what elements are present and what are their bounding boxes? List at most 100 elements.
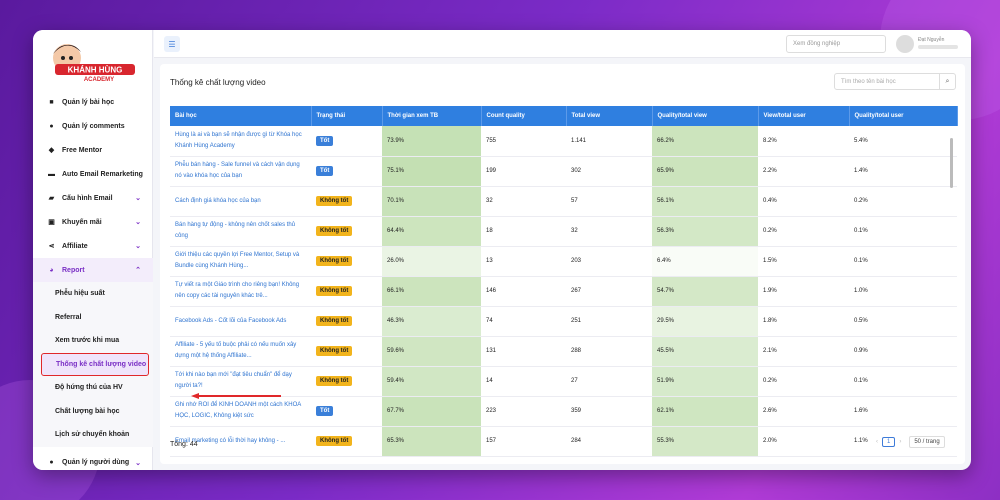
page-number[interactable]: 1 — [882, 437, 896, 447]
video-quality-table: Bài học Trạng thái Thời gian xem TB Count q… — [170, 106, 958, 457]
total-view-cell: 288 — [566, 336, 652, 367]
sidebar-item-lessons[interactable]: ■ Quản lý bài học — [33, 90, 153, 114]
quality-total-user-cell: 1.0% — [849, 276, 957, 307]
status-badge: Tốt — [316, 166, 334, 176]
column-header[interactable]: Quality/total user — [849, 106, 958, 126]
quality-total-view-cell: 29.5% — [652, 306, 758, 337]
count-quality-cell: 13 — [481, 246, 566, 277]
avg-watch-time-cell: 26.0% — [382, 246, 481, 277]
avg-watch-time-cell: 64.4% — [382, 216, 481, 247]
status-badge: Không tốt — [316, 346, 353, 356]
lesson-link-cell[interactable]: Bán hàng tự động - không nên chốt sales … — [170, 216, 311, 247]
lesson-search-input[interactable]: Tìm theo tên bài học ⌕ — [834, 73, 956, 90]
lesson-link-cell[interactable]: Tự viết ra một Giáo trình cho riêng bạn!… — [170, 276, 311, 307]
lesson-link-cell[interactable]: Affiliate - 5 yếu tố buộc phải có nếu mu… — [170, 336, 311, 367]
quality-total-view-cell: 56.1% — [652, 186, 758, 217]
quality-total-user-cell: 0.5% — [849, 306, 957, 337]
search-icon[interactable]: ⌕ — [939, 74, 955, 89]
colleague-search-input[interactable]: Xem đồng nghiệp — [786, 35, 886, 53]
sidebar-item-label: Report — [62, 266, 85, 274]
page-size-select[interactable]: 50 / trang — [909, 436, 945, 448]
submenu-item-lesson-quality[interactable]: Chất lượng bài học — [33, 400, 153, 424]
table-row: Affiliate - 5 yếu tố buộc phải có nếu mu… — [170, 336, 957, 367]
quality-total-view-cell: 62.1% — [652, 396, 758, 427]
submenu-item-funnel[interactable]: Phễu hiệu suất — [33, 282, 153, 306]
menu-toggle-button[interactable]: ☰ — [164, 36, 180, 52]
table-row: Hùng là ai và bạn sẽ nhận được gì từ Khó… — [170, 126, 957, 157]
quality-total-view-cell: 6.4% — [652, 246, 758, 277]
users-icon: ● — [49, 459, 54, 466]
quality-total-view-cell: 54.7% — [652, 276, 758, 307]
status-badge-cell: Không tốt — [311, 246, 382, 277]
status-badge-cell: Không tốt — [311, 366, 382, 397]
sidebar-item-promotions[interactable]: ▣ Khuyến mãi ⌄ — [33, 210, 153, 234]
sidebar-item-free-mentor[interactable]: ◆ Free Mentor — [33, 138, 153, 162]
chevron-down-icon: ⌄ — [135, 459, 141, 467]
sidebar-item-email-config[interactable]: ▰ Cấu hình Email ⌄ — [33, 186, 153, 210]
column-header[interactable]: Total view — [566, 106, 653, 126]
red-arrow-annotation — [191, 393, 281, 399]
submenu-item-preview[interactable]: Xem trước khi mua — [33, 329, 153, 353]
total-view-cell: 359 — [566, 396, 652, 427]
table-scrollbar[interactable] — [948, 126, 955, 423]
lesson-link-cell[interactable]: Tới khi nào bạn mới "đạt tiêu chuẩn" để … — [170, 366, 311, 397]
chevron-down-icon: ⌄ — [135, 219, 141, 226]
total-view-cell: 1.141 — [566, 126, 652, 157]
lesson-link-cell[interactable]: Hùng là ai và bạn sẽ nhận được gì từ Khó… — [170, 126, 311, 157]
avg-watch-time-cell: 75.1% — [382, 156, 481, 187]
table-body: Hùng là ai và bạn sẽ nhận được gì từ Khó… — [170, 126, 957, 457]
table-row: Phễu bán hàng - Sale funnel và cách vận … — [170, 156, 957, 187]
avatar[interactable] — [896, 35, 914, 53]
sidebar-item-auto-email[interactable]: ▬ Auto Email Remarketing — [33, 162, 153, 186]
quality-total-view-cell: 51.9% — [652, 366, 758, 397]
count-quality-cell: 32 — [481, 186, 566, 217]
view-total-user-cell: 2.1% — [758, 336, 849, 367]
quality-total-user-cell: 0.2% — [849, 186, 957, 217]
sidebar-item-affiliate[interactable]: ⋖ Affiliate ⌄ — [33, 234, 153, 258]
status-badge: Không tốt — [316, 376, 353, 386]
lesson-link-cell[interactable]: Facebook Ads - Cốt lõi của Facebook Ads — [170, 306, 311, 337]
chevron-down-icon: ⌄ — [135, 243, 141, 250]
sidebar-item-report[interactable]: ◕ Report ⌃ — [33, 258, 153, 282]
user-icon: ◆ — [48, 147, 55, 154]
column-header[interactable]: Thời gian xem TB — [382, 106, 482, 126]
column-header[interactable]: Quality/total view — [652, 106, 759, 126]
count-quality-cell: 14 — [481, 366, 566, 397]
app-window: KHÁNH HÙNG ACADEMY ■ Quản lý bài học ● Quả… — [33, 30, 971, 470]
view-total-user-cell: 1.5% — [758, 246, 849, 277]
status-badge: Tốt — [316, 406, 334, 416]
count-quality-cell: 199 — [481, 156, 566, 187]
gift-icon: ▣ — [48, 219, 55, 226]
column-header[interactable]: View/total user — [758, 106, 850, 126]
mail-icon: ▬ — [48, 170, 55, 178]
next-page-icon[interactable]: › — [899, 439, 901, 445]
sidebar-item-label: Affiliate — [62, 242, 88, 250]
quality-total-user-cell: 0.9% — [849, 336, 957, 367]
report-submenu: Phễu hiệu suất Referral Xem trước khi mu… — [33, 282, 153, 447]
quality-total-view-cell: 45.5% — [652, 336, 758, 367]
lesson-link-cell[interactable]: Ghi nhớ ROI để KINH DOANH một cách KHOA … — [170, 396, 311, 427]
lesson-link-cell[interactable]: Cách định giá khóa học của bạn — [170, 186, 311, 217]
column-header[interactable]: Trạng thái — [311, 106, 383, 126]
sidebar-item-comments[interactable]: ● Quản lý comments — [33, 114, 153, 138]
column-header[interactable]: Count quality — [481, 106, 567, 126]
lesson-link-cell[interactable]: Giới thiệu các quyền lợi Free Mentor, Se… — [170, 246, 311, 277]
scrollbar-thumb[interactable] — [950, 138, 953, 188]
column-header[interactable]: Bài học — [170, 106, 312, 126]
table-row: Ghi nhớ ROI để KINH DOANH một cách KHOA … — [170, 396, 957, 427]
submenu-item-referral[interactable]: Referral — [33, 306, 153, 330]
submenu-item-engagement[interactable]: Độ hứng thú của HV — [33, 376, 153, 400]
submenu-item-transfer-history[interactable]: Lịch sử chuyển khoản — [33, 423, 153, 447]
share-icon: ⋖ — [48, 243, 55, 250]
submenu-item-video-quality[interactable]: Thống kê chất lượng video — [41, 352, 149, 376]
total-view-cell: 302 — [566, 156, 652, 187]
status-badge: Tốt — [316, 135, 334, 146]
sidebar-item-users[interactable]: ● Quản lý người dùng ⌄ — [33, 451, 153, 471]
prev-page-icon[interactable]: ‹ — [876, 439, 878, 445]
count-quality-cell: 18 — [481, 216, 566, 247]
sidebar-item-label: Quản lý comments — [62, 122, 125, 130]
avg-watch-time-cell: 73.9% — [382, 126, 481, 157]
table-row: Facebook Ads - Cốt lõi của Facebook Ads K… — [170, 306, 957, 337]
lesson-link-cell[interactable]: Phễu bán hàng - Sale funnel và cách vận … — [170, 156, 311, 187]
quality-total-user-cell: 5.4% — [849, 126, 957, 157]
